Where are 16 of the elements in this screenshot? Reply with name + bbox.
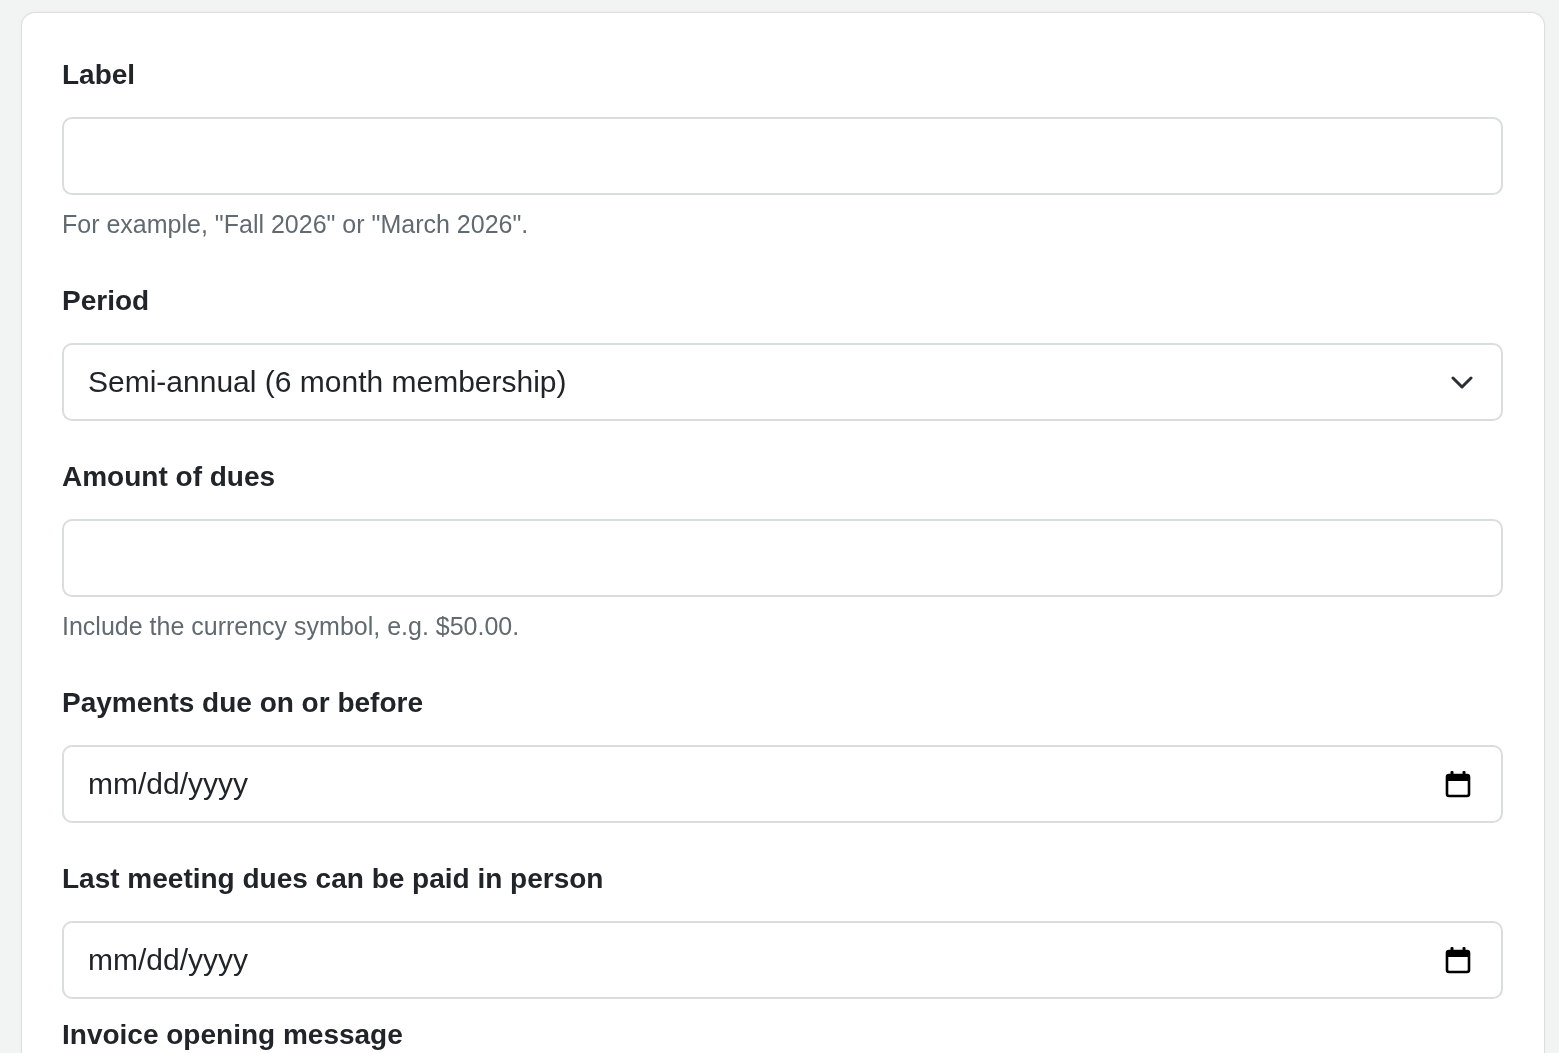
field-label: Label	[62, 59, 136, 91]
field-label: Payments due on or before	[62, 687, 423, 719]
field-label: Invoice opening message	[62, 1019, 403, 1051]
text-field[interactable]	[62, 117, 1503, 195]
field-label: Last meeting dues can be paid in person	[62, 863, 604, 895]
date-field[interactable]: mm/dd/yyyy	[62, 745, 1503, 823]
calendar-icon[interactable]	[1445, 770, 1471, 798]
field-label: Period	[62, 285, 150, 317]
text-field[interactable]	[62, 519, 1503, 597]
calendar-icon[interactable]	[1445, 946, 1471, 974]
hint-text: Include the currency symbol, e.g. $50.00.	[62, 611, 520, 641]
field-label: Amount of dues	[62, 461, 276, 493]
hint-text: For example, "Fall 2026" or "March 2026".	[62, 209, 529, 239]
date-field[interactable]: mm/dd/yyyy	[62, 921, 1503, 999]
dropdown[interactable]: Semi-annual (6 month membership)	[62, 343, 1503, 421]
chevron-down-icon	[1451, 375, 1473, 389]
